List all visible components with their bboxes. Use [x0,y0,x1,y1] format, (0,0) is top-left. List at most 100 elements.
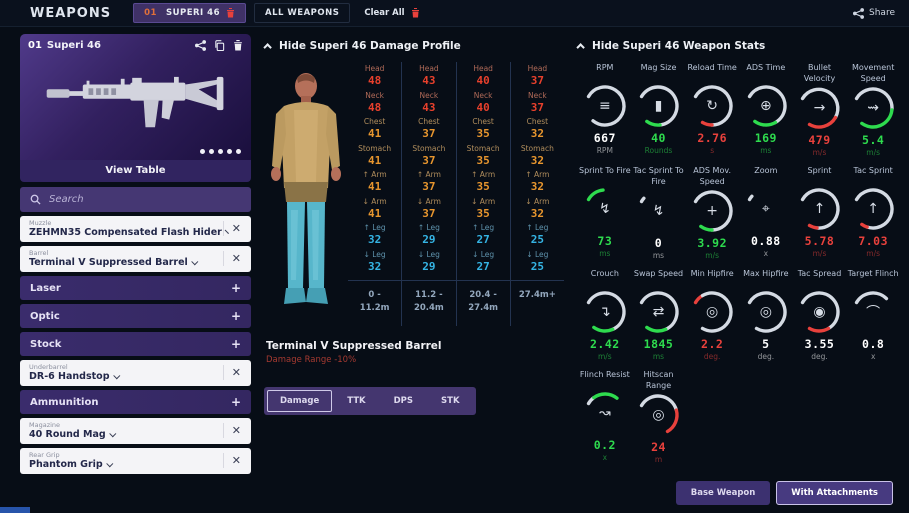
carousel-dot[interactable] [236,149,241,154]
tab-number: 01 [144,8,157,18]
remove-attachment-button[interactable]: ✕ [222,423,243,438]
damage-column: Head 48 Neck 48 Chest 41 Stomach 41 ↑ Arm 41 ↓ Arm… [348,62,402,326]
tac-sprint-icon: ↑ [867,201,880,217]
carousel-dot[interactable] [218,149,223,154]
main-content: 01 Superi 46 View Table Search Muzzle ZE… [20,34,901,513]
stat-value: 5 [762,337,770,351]
share-icon[interactable] [195,40,206,51]
stat-unit: deg. [811,352,828,361]
carousel-dot[interactable] [227,149,232,154]
crouch-icon: ↴ [598,304,611,320]
base-weapon-button[interactable]: Base Weapon [675,481,771,505]
stat-reload-time: Reload Time ↻ 2.76 s [686,60,738,157]
stat-gauge: ↻ [689,83,735,129]
damage-cell-head: Head 48 [364,64,385,87]
damage-mode-tab-ttk[interactable]: TTK [334,390,378,412]
stat-label: Flinch Resist [579,370,630,379]
trash-icon[interactable] [226,8,235,18]
stat-tac-sprint-to-fire: Tac Sprint To Fire ↯ 0 ms [633,163,685,260]
remove-attachment-button[interactable]: ✕ [222,251,243,266]
view-table-button[interactable]: View Table [20,160,251,182]
attachment-category-ammunition[interactable]: Ammunition + [20,390,251,414]
stat-label: Zoom [754,166,778,175]
remove-attachment-button[interactable]: ✕ [222,221,243,236]
stat-label: Bullet Velocity [803,63,836,83]
stat-gauge: ↴ [582,289,628,335]
stat-bullet-velocity: Bullet Velocity → 479 m/s [794,60,846,157]
weapon-stats-title: Hide Superi 46 Weapon Stats [592,40,766,52]
share-button[interactable]: Share [853,7,895,19]
attachment-slot-magazine[interactable]: Magazine 40 Round Mag ✕ [20,418,251,444]
add-attachment-icon[interactable]: + [231,337,241,351]
add-attachment-icon[interactable]: + [231,281,241,295]
tab-all-weapons[interactable]: ALL WEAPONS [254,3,351,23]
stat-gauge: ⊕ [743,83,789,129]
stat-unit: s [710,146,715,155]
damage-mode-tab-stk[interactable]: STK [428,390,473,412]
weapon-stats-header[interactable]: Hide Superi 46 Weapon Stats [576,36,901,60]
horizontal-scrollbar-thumb[interactable] [0,507,30,513]
add-attachment-icon[interactable]: + [231,395,241,409]
crosshair-icon: ⌖ [761,201,770,217]
damage-cell-neck: Neck 37 [528,90,547,114]
with-attachments-button[interactable]: With Attachments [776,481,893,505]
damage-range-label: 20.4 -27.4m [456,280,510,324]
trash-icon[interactable] [233,40,243,51]
sprint-icon: ↑ [813,201,826,217]
carousel-dot[interactable] [200,149,205,154]
magazine-icon: ▮ [654,98,663,114]
bullet-icon: → [813,100,826,116]
attachment-slot-barrel[interactable]: Barrel Terminal V Suppressed Barrel ✕ [20,246,251,272]
hipfire-max-icon: ◎ [759,304,772,320]
selected-attachment-effect: Damage Range -10% [266,355,357,365]
attachment-category-stock[interactable]: Stock + [20,332,251,356]
damage-range-label: 11.2 -20.4m [402,280,456,324]
search-input[interactable]: Search [49,194,84,205]
tab-label: ALL WEAPONS [265,8,340,18]
stat-value: 0.88 [750,234,781,248]
damage-cell-stomach: Stomach 35 [466,143,500,167]
stat-gauge: → [796,85,842,131]
stat-value: 169 [754,131,777,145]
walk-icon: ⇝ [867,100,880,116]
chevron-down-icon [105,460,114,468]
damage-profile-panel: Hide Superi 46 Damage Profile Head 48 Ne… [263,34,564,513]
carousel-dots[interactable] [200,149,241,154]
damage-mode-tab-damage[interactable]: Damage [267,390,333,412]
stat-value: 667 [593,131,616,145]
stat-flinch-resist: Flinch Resist ↝ 0.2 x [579,367,631,464]
attachment-slot-rear-grip[interactable]: Rear Grip Phantom Grip ✕ [20,448,251,474]
tab-superi-46[interactable]: 01 SUPERI 46 [133,3,247,23]
stat-unit: ms [599,249,611,258]
copy-icon[interactable] [214,40,225,51]
share-icon [853,7,865,19]
stat-value: 2.2 [701,337,724,351]
add-attachment-icon[interactable]: + [231,309,241,323]
flinch-icon: ⌒ [866,305,881,321]
damage-cell-arm: ↑ Arm 41 [362,170,387,193]
stat-label: ADS Time [746,63,786,72]
attachment-slot-muzzle[interactable]: Muzzle ZEHMN35 Compensated Flash Hider ✕ [20,216,251,242]
attachment-category-laser[interactable]: Laser + [20,276,251,300]
stat-value: 0.8 [862,337,885,351]
damage-cell-stomach: Stomach 41 [358,143,392,167]
remove-attachment-button[interactable]: ✕ [222,365,243,380]
stat-swap-speed: Swap Speed ⇄ 1845 ms [633,266,685,361]
remove-attachment-button[interactable]: ✕ [222,453,243,468]
stat-unit: m/s [812,249,827,258]
clear-all-button[interactable]: Clear All [358,4,425,22]
stat-gauge: ⌒ [850,289,896,335]
carousel-dot[interactable] [209,149,214,154]
attachment-category: Underbarrel [29,363,68,371]
weapon-stats-panel: Hide Superi 46 Weapon Stats RPM ≡ 667 RPM Ma… [576,34,901,513]
search-bar[interactable]: Search [20,187,251,212]
stat-gauge: ⇄ [635,289,681,335]
tab-label: SUPERI 46 [165,8,221,18]
damage-profile-header[interactable]: Hide Superi 46 Damage Profile [263,36,564,60]
attachment-category-optic[interactable]: Optic + [20,304,251,328]
damage-mode-tab-dps[interactable]: DPS [381,390,426,412]
stat-target-flinch: Target Flinch ⌒ 0.8 x [847,266,899,361]
damage-cell-leg: ↓ Leg 32 [363,249,386,273]
damage-cell-leg: ↑ Leg 29 [417,223,440,246]
attachment-slot-underbarrel[interactable]: Underbarrel DR-6 Handstop ✕ [20,360,251,386]
